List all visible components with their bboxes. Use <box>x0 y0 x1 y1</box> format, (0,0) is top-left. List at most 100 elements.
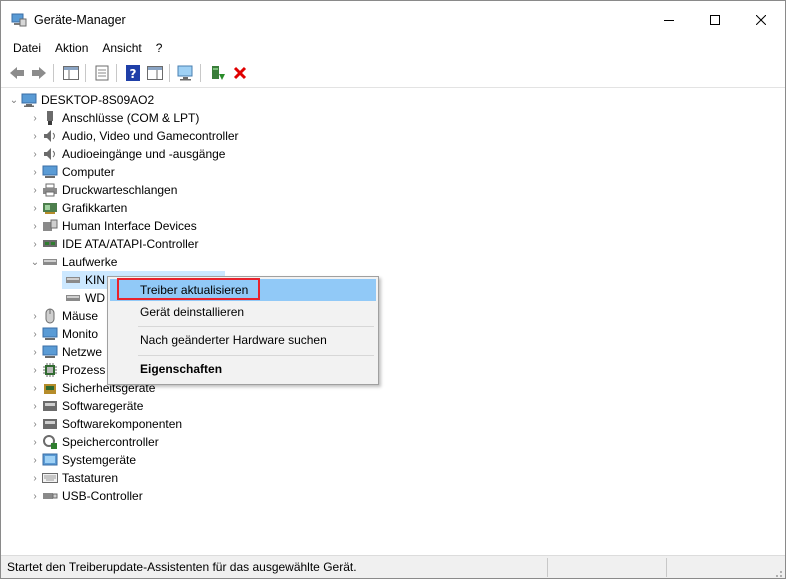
expand-arrow-icon[interactable]: › <box>28 487 42 505</box>
expand-arrow-icon[interactable]: › <box>28 145 42 163</box>
tree-category-label: Softwaregeräte <box>62 399 144 413</box>
expand-arrow-icon[interactable]: › <box>28 217 42 235</box>
tree-category[interactable]: › Systemgeräte <box>28 451 136 469</box>
speaker-icon <box>42 146 58 162</box>
maximize-button[interactable] <box>692 1 738 39</box>
tree-category[interactable]: › Monito <box>28 325 98 343</box>
tree-device[interactable]: WD <box>62 289 105 307</box>
tree-category-label: Grafikkarten <box>62 201 128 215</box>
properties-icon[interactable] <box>91 63 113 83</box>
tree-category[interactable]: › Softwarekomponenten <box>28 415 182 433</box>
toolbar: ? <box>1 59 785 88</box>
tree-category[interactable]: › Mäuse <box>28 307 98 325</box>
expand-arrow-icon[interactable]: › <box>28 469 42 487</box>
expand-arrow-icon[interactable]: › <box>28 199 42 217</box>
tree-device-label: WD <box>85 291 105 305</box>
tree-category-label: Anschlüsse (COM & LPT) <box>62 111 200 125</box>
expand-arrow-icon[interactable]: › <box>28 163 42 181</box>
tree-category-label: Human Interface Devices <box>62 219 197 233</box>
menu-action[interactable]: Aktion <box>48 39 95 59</box>
tree-device-label: KIN <box>85 273 106 287</box>
network-icon <box>42 344 58 360</box>
menu-divider <box>138 355 374 356</box>
tree-category[interactable]: › Netzwe <box>28 343 102 361</box>
menu-file[interactable]: Datei <box>1 39 48 59</box>
title-bar[interactable]: Geräte-Manager <box>1 1 785 39</box>
monitor-icon <box>42 164 58 180</box>
expand-arrow-icon[interactable]: › <box>28 343 42 361</box>
resize-grip-icon[interactable] <box>773 567 783 577</box>
minimize-button[interactable] <box>646 1 692 39</box>
tree-category[interactable]: › Prozess <box>28 361 105 379</box>
tree-category[interactable]: › Speichercontroller <box>28 433 159 451</box>
scan-hardware-menu-item[interactable]: Nach geänderter Hardware suchen <box>110 329 376 351</box>
expand-arrow-icon[interactable]: › <box>28 181 42 199</box>
tree-category-label: Audio, Video und Gamecontroller <box>62 129 239 143</box>
tree-category[interactable]: › Audioeingänge und -ausgänge <box>28 145 225 163</box>
help-icon[interactable]: ? <box>122 63 144 83</box>
menu-view[interactable]: Ansicht <box>95 39 148 59</box>
window-title: Geräte-Manager <box>34 13 126 27</box>
tree-category[interactable]: › IDE ATA/ATAPI-Controller <box>28 235 198 253</box>
expand-arrow-icon[interactable]: › <box>28 379 42 397</box>
expand-arrow-icon[interactable]: › <box>28 415 42 433</box>
tree-category-label: Monito <box>62 327 99 341</box>
tree-category[interactable]: › Druckwarteschlangen <box>28 181 177 199</box>
menu-divider <box>138 326 374 327</box>
hid-icon <box>42 218 58 234</box>
update-driver-icon[interactable] <box>207 63 229 83</box>
collapse-arrow-icon[interactable]: ⌄ <box>7 91 21 109</box>
show-hide-console-tree-icon[interactable] <box>60 63 82 83</box>
tree-category-label: Laufwerke <box>62 255 118 269</box>
tree-category[interactable]: › Softwaregeräte <box>28 397 143 415</box>
status-pane-divider <box>666 558 667 577</box>
uninstall-device-menu-item[interactable]: Gerät deinstallieren <box>110 301 376 323</box>
properties-menu-item[interactable]: Eigenschaften <box>110 358 376 380</box>
tree-category[interactable]: › Computer <box>28 163 114 181</box>
tree-root[interactable]: ⌄ DESKTOP-8S09AO2 <box>7 91 154 109</box>
tree-category-label: Audioeingänge und -ausgänge <box>62 147 226 161</box>
tree-category[interactable]: › Audio, Video und Gamecontroller <box>28 127 239 145</box>
system-device-icon <box>42 452 58 468</box>
tree-category[interactable]: › Grafikkarten <box>28 199 127 217</box>
remove-device-icon[interactable] <box>229 63 251 83</box>
forward-icon[interactable] <box>28 63 50 83</box>
ide-controller-icon <box>42 236 58 252</box>
tree-category-label: Tastaturen <box>62 471 119 485</box>
speaker-icon <box>42 128 58 144</box>
collapse-arrow-icon[interactable]: ⌄ <box>28 253 42 271</box>
tree-category-label: IDE ATA/ATAPI-Controller <box>62 237 199 251</box>
expand-arrow-icon[interactable]: › <box>28 325 42 343</box>
tree-root-label: DESKTOP-8S09AO2 <box>41 93 155 107</box>
processor-icon <box>42 362 58 378</box>
tree-category-label: Druckwarteschlangen <box>62 183 178 197</box>
expand-arrow-icon[interactable]: › <box>28 361 42 379</box>
computer-icon <box>21 92 37 108</box>
printer-icon <box>42 182 58 198</box>
tree-category-expanded[interactable]: ⌄ Laufwerke <box>28 253 118 271</box>
menu-bar: Datei Aktion Ansicht ? <box>1 39 785 59</box>
port-icon <box>42 110 58 126</box>
back-icon[interactable] <box>6 63 28 83</box>
menu-help[interactable]: ? <box>149 39 170 59</box>
expand-arrow-icon[interactable]: › <box>28 127 42 145</box>
annotation-highlight-box <box>117 278 260 300</box>
status-bar: Startet den Treiberupdate-Assistenten fü… <box>1 555 785 578</box>
expand-arrow-icon[interactable]: › <box>28 307 42 325</box>
action-pane-icon[interactable] <box>144 63 166 83</box>
tree-category[interactable]: › USB-Controller <box>28 487 142 505</box>
expand-arrow-icon[interactable]: › <box>28 109 42 127</box>
tree-category[interactable]: › Tastaturen <box>28 469 118 487</box>
expand-arrow-icon[interactable]: › <box>28 397 42 415</box>
tree-category[interactable]: › Anschlüsse (COM & LPT) <box>28 109 199 127</box>
expand-arrow-icon[interactable]: › <box>28 433 42 451</box>
tree-category-label: Mäuse <box>62 309 99 323</box>
close-button[interactable] <box>738 1 784 39</box>
scan-hardware-icon[interactable] <box>175 63 197 83</box>
monitor-icon <box>42 326 58 342</box>
expand-arrow-icon[interactable]: › <box>28 451 42 469</box>
expand-arrow-icon[interactable]: › <box>28 235 42 253</box>
disk-drive-icon <box>65 272 81 288</box>
disk-drive-icon <box>42 254 58 270</box>
tree-category[interactable]: › Human Interface Devices <box>28 217 197 235</box>
